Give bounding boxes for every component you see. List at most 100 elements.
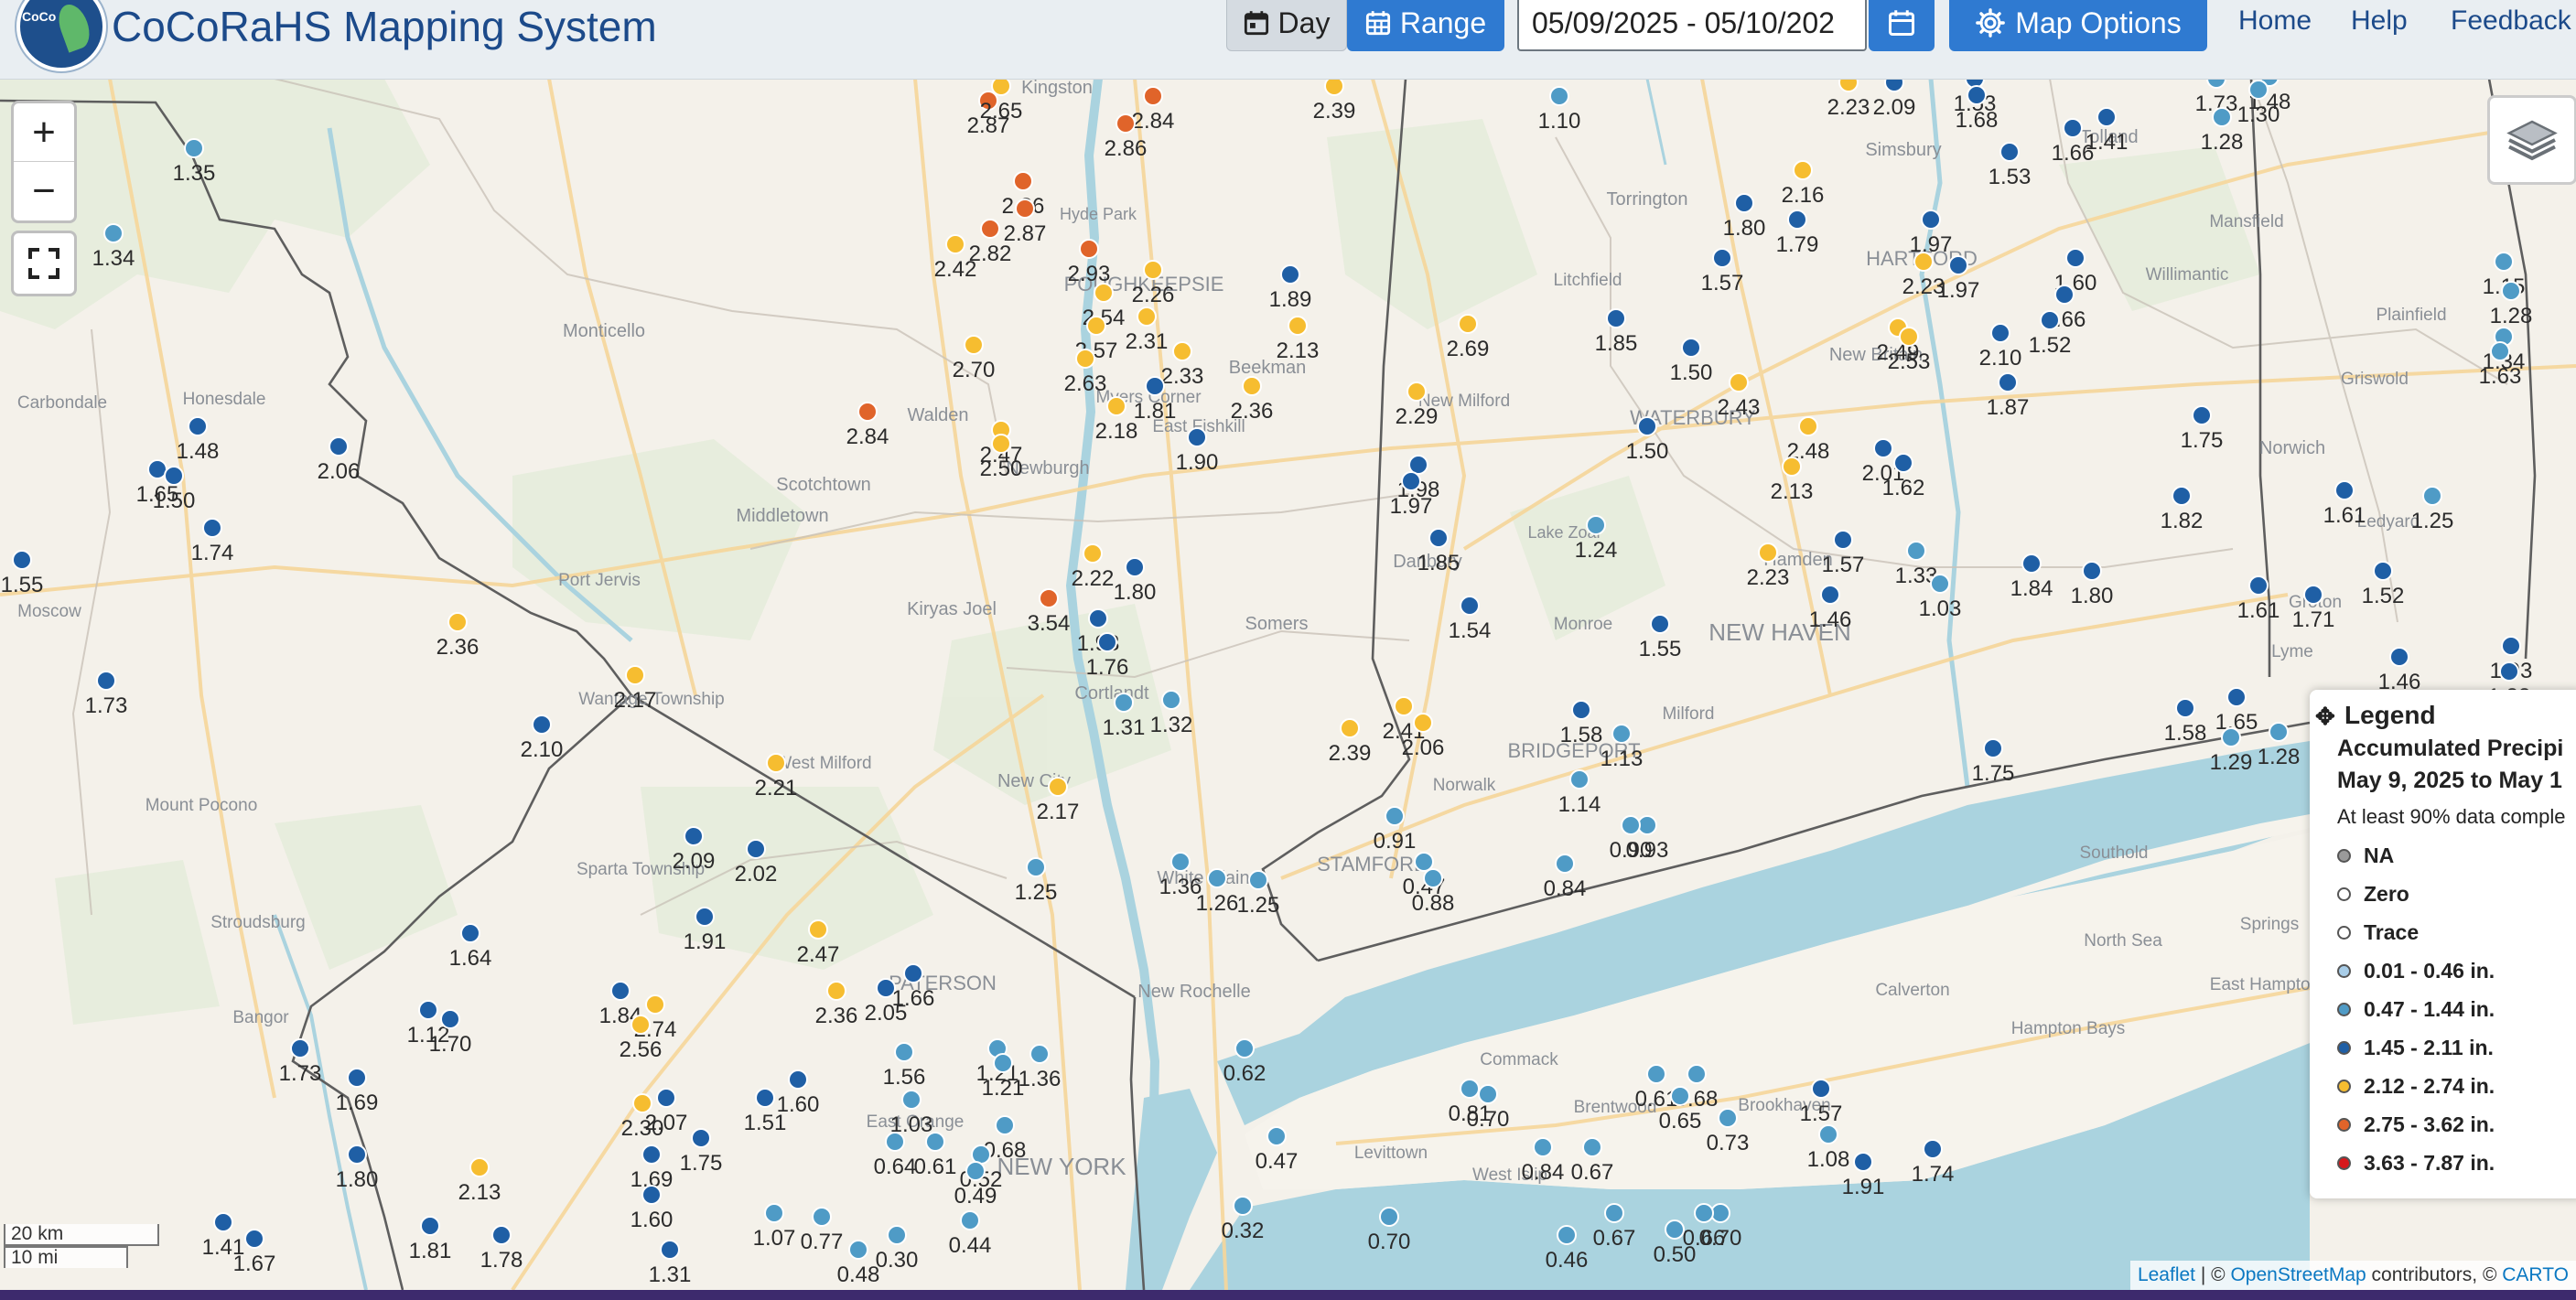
- station-dot[interactable]: [2248, 575, 2269, 596]
- station-dot[interactable]: [625, 665, 645, 685]
- station-dot[interactable]: [2303, 585, 2323, 605]
- station-dot[interactable]: [1838, 79, 1859, 92]
- nav-home-link[interactable]: Home: [2238, 5, 2312, 37]
- station-dot[interactable]: [1665, 1219, 1685, 1240]
- station-dot[interactable]: [1906, 541, 1926, 561]
- station-dot[interactable]: [632, 1093, 652, 1113]
- station-dot[interactable]: [1379, 1207, 1399, 1227]
- station-dot[interactable]: [244, 1229, 264, 1249]
- station-dot[interactable]: [887, 1225, 907, 1245]
- station-dot[interactable]: [1948, 255, 1968, 275]
- station-dot[interactable]: [903, 963, 923, 983]
- station-dot[interactable]: [1079, 239, 1099, 259]
- station-dot[interactable]: [2490, 341, 2510, 361]
- station-dot[interactable]: [1913, 252, 1934, 272]
- station-dot[interactable]: [2501, 281, 2521, 301]
- station-dot[interactable]: [1930, 574, 1950, 594]
- station-dot[interactable]: [1170, 852, 1191, 872]
- station-dot[interactable]: [960, 1210, 980, 1230]
- station-dot[interactable]: [901, 1090, 922, 1110]
- station-dot[interactable]: [164, 466, 184, 486]
- station-dot[interactable]: [691, 1128, 711, 1148]
- station-dot[interactable]: [991, 79, 1011, 96]
- station-dot[interactable]: [202, 518, 222, 538]
- station-dot[interactable]: [1088, 608, 1108, 629]
- station-dot[interactable]: [1582, 1137, 1602, 1157]
- station-dot[interactable]: [656, 1088, 676, 1108]
- station-dot[interactable]: [641, 1144, 662, 1165]
- station-dot[interactable]: [1818, 1124, 1838, 1144]
- station-dot[interactable]: [2269, 722, 2289, 742]
- station-dot[interactable]: [1143, 260, 1163, 280]
- station-dot[interactable]: [2334, 480, 2355, 500]
- station-dot[interactable]: [1401, 471, 1421, 491]
- station-dot[interactable]: [788, 1069, 808, 1090]
- station-dot[interactable]: [1114, 693, 1134, 713]
- station-dot[interactable]: [1798, 416, 1818, 436]
- station-dot[interactable]: [188, 416, 208, 436]
- station-dot[interactable]: [440, 1009, 460, 1029]
- station-dot[interactable]: [1248, 870, 1268, 890]
- station-dot[interactable]: [684, 826, 704, 846]
- station-dot[interactable]: [2226, 687, 2247, 707]
- station-dot[interactable]: [1086, 316, 1106, 336]
- leaflet-link[interactable]: Leaflet: [2138, 1264, 2195, 1285]
- station-dot[interactable]: [460, 923, 480, 943]
- station-dot[interactable]: [812, 1207, 832, 1227]
- station-dot[interactable]: [2175, 698, 2195, 718]
- station-dot[interactable]: [2096, 107, 2117, 127]
- cocorahs-logo[interactable]: CoCo: [16, 0, 106, 71]
- station-dot[interactable]: [447, 612, 468, 632]
- station-dot[interactable]: [1460, 1079, 1480, 1099]
- station-dot[interactable]: [1853, 1152, 1873, 1172]
- station-dot[interactable]: [993, 1053, 1013, 1073]
- station-dot[interactable]: [1549, 86, 1569, 106]
- station-dot[interactable]: [1873, 438, 1893, 458]
- station-dot[interactable]: [2192, 405, 2212, 425]
- station-dot[interactable]: [1611, 724, 1632, 744]
- station-dot[interactable]: [2499, 661, 2519, 682]
- station-dot[interactable]: [1729, 372, 1749, 392]
- station-dot[interactable]: [1083, 543, 1103, 564]
- station-dot[interactable]: [347, 1144, 367, 1165]
- station-dot[interactable]: [1983, 738, 2003, 758]
- date-range-input[interactable]: [1517, 0, 1867, 51]
- station-dot[interactable]: [1712, 248, 1732, 268]
- station-dot[interactable]: [1015, 199, 1035, 219]
- station-dot[interactable]: [1734, 193, 1754, 213]
- station-dot[interactable]: [418, 1000, 438, 1020]
- station-dot[interactable]: [1233, 1196, 1253, 1216]
- station-dot[interactable]: [2494, 252, 2514, 272]
- zoom-in-button[interactable]: +: [14, 103, 74, 162]
- date-picker-button[interactable]: [1869, 0, 1935, 51]
- station-dot[interactable]: [755, 1088, 775, 1108]
- station-dot[interactable]: [491, 1225, 512, 1245]
- station-dot[interactable]: [1899, 327, 1919, 347]
- station-dot[interactable]: [1242, 376, 1262, 396]
- station-dot[interactable]: [96, 671, 116, 691]
- station-dot[interactable]: [764, 1203, 784, 1223]
- station-dot[interactable]: [1460, 596, 1480, 616]
- station-dot[interactable]: [1990, 323, 2010, 343]
- station-dot[interactable]: [1280, 264, 1300, 285]
- station-dot[interactable]: [1413, 713, 1433, 733]
- station-dot[interactable]: [766, 753, 786, 773]
- station-dot[interactable]: [2082, 561, 2102, 581]
- station-dot[interactable]: [1893, 453, 1913, 473]
- station-dot[interactable]: [1172, 341, 1192, 361]
- station-dot[interactable]: [1555, 854, 1575, 874]
- station-dot[interactable]: [2054, 285, 2075, 305]
- station-dot[interactable]: [925, 1132, 945, 1152]
- station-dot[interactable]: [610, 981, 631, 1001]
- zoom-out-button[interactable]: −: [14, 162, 74, 220]
- station-dot[interactable]: [885, 1132, 905, 1152]
- station-dot[interactable]: [1207, 868, 1227, 888]
- station-dot[interactable]: [2221, 727, 2241, 747]
- station-dot[interactable]: [1288, 316, 1308, 336]
- station-dot[interactable]: [1428, 528, 1449, 548]
- precipitation-map[interactable]: Kingston POUGHKEEPSIE Hyde Park Beekman Myer…: [0, 79, 2576, 1290]
- station-dot[interactable]: [2172, 486, 2192, 506]
- station-dot[interactable]: [641, 1185, 662, 1205]
- station-dot[interactable]: [1234, 1038, 1255, 1058]
- station-dot[interactable]: [965, 1161, 986, 1181]
